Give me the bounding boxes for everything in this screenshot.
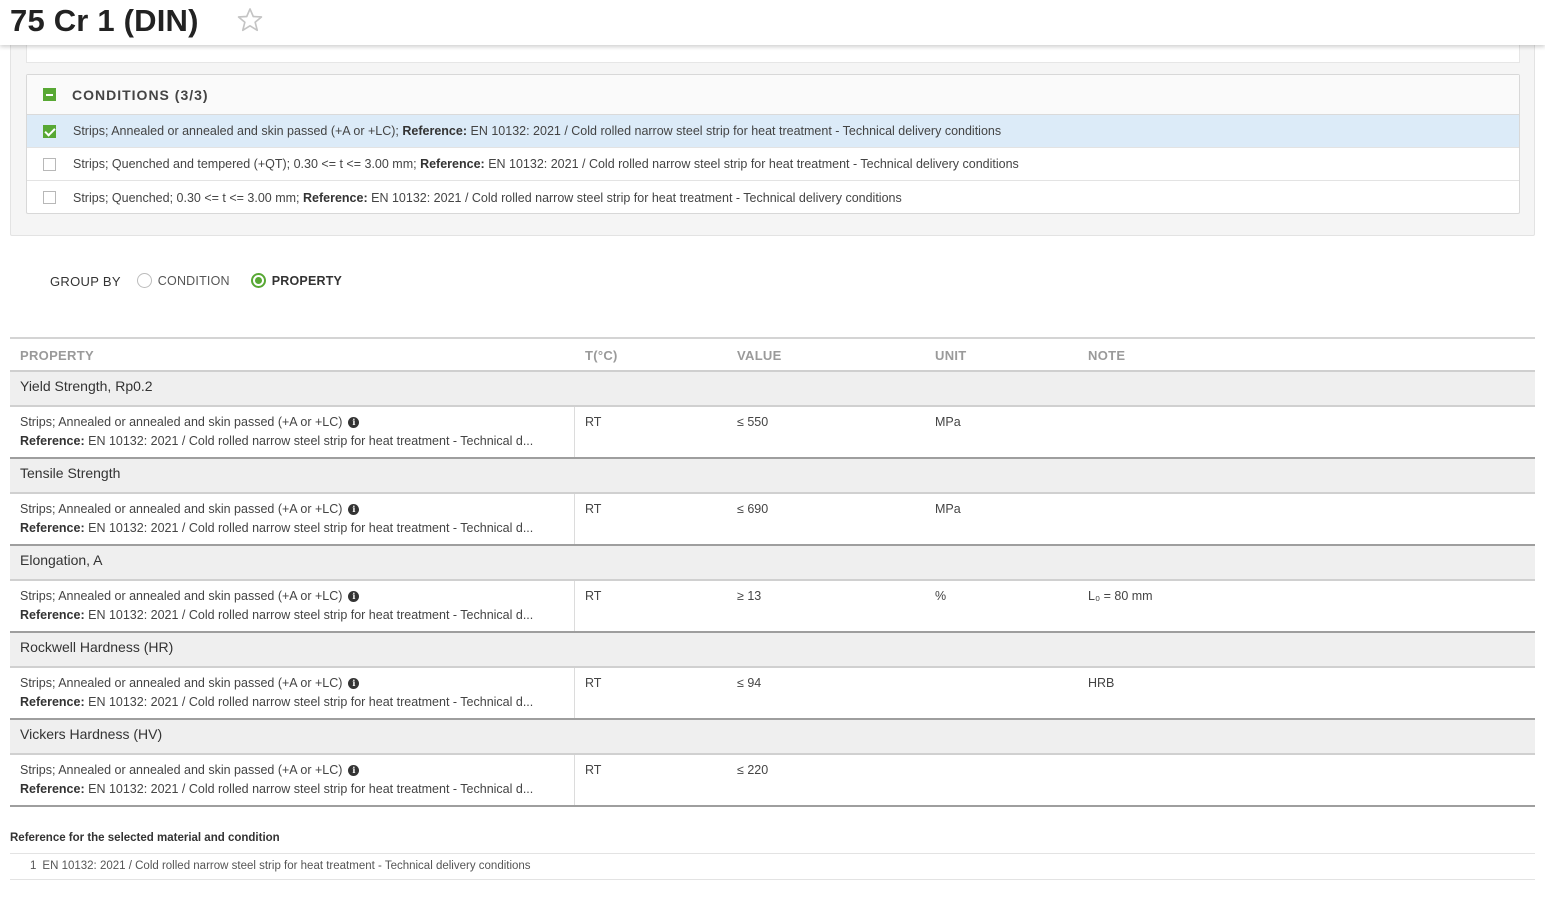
property-name: Tensile Strength xyxy=(20,465,121,481)
unit-cell: % xyxy=(935,589,947,603)
group-by-label: GROUP BY xyxy=(50,274,121,289)
property-name: Rockwell Hardness (HR) xyxy=(20,639,174,655)
temperature-cell: RT xyxy=(585,676,602,690)
condition-text: Strips; Annealed or annealed and skin pa… xyxy=(73,124,1002,138)
condition-cell: Strips; Annealed or annealed and skin pa… xyxy=(10,755,575,805)
page-header: 75 Cr 1 (DIN) xyxy=(0,0,1545,45)
property-name: Vickers Hardness (HV) xyxy=(20,726,163,742)
condition-checkbox[interactable] xyxy=(43,157,56,171)
table-row: Strips; Annealed or annealed and skin pa… xyxy=(10,581,1535,633)
property-group-row: Tensile Strength xyxy=(10,459,1535,494)
value-cell: ≤ 94 xyxy=(737,676,762,690)
condition-row[interactable]: Strips; Quenched; 0.30 <= t <= 3.00 mm; … xyxy=(27,181,1519,214)
header-value[interactable]: VALUE xyxy=(737,348,782,363)
reference-line: Reference: EN 10132: 2021 / Cold rolled … xyxy=(20,521,534,535)
conditions-title: CONDITIONS (3/3) xyxy=(72,86,209,103)
table-row: Strips; Annealed or annealed and skin pa… xyxy=(10,755,1535,807)
note-cell: HRB xyxy=(1088,676,1115,690)
property-group-row: Yield Strength, Rp0.2 xyxy=(10,372,1535,407)
reference-line: Reference: EN 10132: 2021 / Cold rolled … xyxy=(20,434,534,448)
property-group-row: Vickers Hardness (HV) xyxy=(10,720,1535,755)
note-cell: L₀ = 80 mm xyxy=(1088,589,1153,603)
reference-text[interactable]: EN 10132: 2021 / Cold rolled narrow stee… xyxy=(42,860,530,872)
condition-cell: Strips; Annealed or annealed and skin pa… xyxy=(10,407,575,457)
list-item: 1 EN 10132: 2021 / Cold rolled narrow ste… xyxy=(30,860,531,872)
property-name: Yield Strength, Rp0.2 xyxy=(20,378,153,394)
condition-label: Strips; Annealed or annealed and skin pa… xyxy=(20,763,343,777)
value-cell: ≤ 550 xyxy=(737,415,769,429)
references-list: 1 EN 10132: 2021 / Cold rolled narrow ste… xyxy=(10,853,1535,880)
radio-condition[interactable] xyxy=(136,273,152,288)
header-note[interactable]: NOTE xyxy=(1088,348,1125,363)
condition-label: Strips; Annealed or annealed and skin pa… xyxy=(20,502,343,516)
conditions-box: CONDITIONS (3/3) Strips; Annealed or ann… xyxy=(26,74,1520,214)
unit-cell: MPa xyxy=(935,415,961,429)
value-cell: ≥ 13 xyxy=(737,589,762,603)
group-by-control: GROUP BY CONDITION PROPERTY xyxy=(50,272,342,289)
condition-cell: Strips; Annealed or annealed and skin pa… xyxy=(10,668,575,718)
condition-text: Strips; Quenched and tempered (+QT); 0.3… xyxy=(73,157,1019,171)
page-title: 75 Cr 1 (DIN) xyxy=(10,3,199,38)
properties-table: PROPERTY T(°C) VALUE UNIT NOTE Yield Str… xyxy=(10,337,1535,807)
reference-line: Reference: EN 10132: 2021 / Cold rolled … xyxy=(20,608,534,622)
reference-line: Reference: EN 10132: 2021 / Cold rolled … xyxy=(20,782,534,796)
reference-number: 1 xyxy=(30,860,37,872)
table-row: Strips; Annealed or annealed and skin pa… xyxy=(10,407,1535,459)
unit-cell: MPa xyxy=(935,502,961,516)
condition-cell: Strips; Annealed or annealed and skin pa… xyxy=(10,581,575,631)
property-group-row: Rockwell Hardness (HR) xyxy=(10,633,1535,668)
condition-label: Strips; Annealed or annealed and skin pa… xyxy=(20,589,343,603)
condition-text: Strips; Quenched; 0.30 <= t <= 3.00 mm; … xyxy=(73,190,902,205)
table-header: PROPERTY T(°C) VALUE UNIT NOTE xyxy=(10,337,1535,372)
select-all-checkbox[interactable] xyxy=(43,88,56,101)
info-icon[interactable]: i xyxy=(348,590,360,602)
temperature-cell: RT xyxy=(585,763,602,777)
info-icon[interactable]: i xyxy=(348,416,360,428)
header-temperature[interactable]: T(°C) xyxy=(585,348,618,363)
table-row: Strips; Annealed or annealed and skin pa… xyxy=(10,494,1535,546)
conditions-header: CONDITIONS (3/3) xyxy=(27,75,1519,115)
condition-checkbox[interactable] xyxy=(43,191,56,204)
star-icon[interactable] xyxy=(236,6,264,34)
conditions-panel: CONDITIONS (3/3) Strips; Annealed or ann… xyxy=(10,40,1535,236)
property-name: Elongation, A xyxy=(20,552,103,568)
info-icon[interactable]: i xyxy=(348,764,360,776)
condition-cell: Strips; Annealed or annealed and skin pa… xyxy=(10,494,575,544)
condition-row[interactable]: Strips; Quenched and tempered (+QT); 0.3… xyxy=(27,148,1519,181)
temperature-cell: RT xyxy=(585,502,602,516)
condition-label: Strips; Annealed or annealed and skin pa… xyxy=(20,676,343,690)
header-unit[interactable]: UNIT xyxy=(935,348,967,363)
radio-property-label[interactable]: PROPERTY xyxy=(272,274,342,288)
property-group-row: Elongation, A xyxy=(10,546,1535,581)
condition-checkbox[interactable] xyxy=(43,124,56,138)
info-icon[interactable]: i xyxy=(348,677,360,689)
reference-line: Reference: EN 10132: 2021 / Cold rolled … xyxy=(20,695,534,709)
temperature-cell: RT xyxy=(585,415,602,429)
radio-condition-label[interactable]: CONDITION xyxy=(158,274,230,288)
info-icon[interactable]: i xyxy=(348,503,360,515)
header-property[interactable]: PROPERTY xyxy=(20,348,94,363)
value-cell: ≤ 690 xyxy=(737,502,769,516)
table-row: Strips; Annealed or annealed and skin pa… xyxy=(10,668,1535,720)
radio-property[interactable] xyxy=(250,273,266,288)
condition-label: Strips; Annealed or annealed and skin pa… xyxy=(20,415,343,429)
value-cell: ≤ 220 xyxy=(737,763,769,777)
condition-row[interactable]: Strips; Annealed or annealed and skin pa… xyxy=(27,115,1519,148)
temperature-cell: RT xyxy=(585,589,602,603)
references-title: Reference for the selected material and … xyxy=(10,832,280,844)
